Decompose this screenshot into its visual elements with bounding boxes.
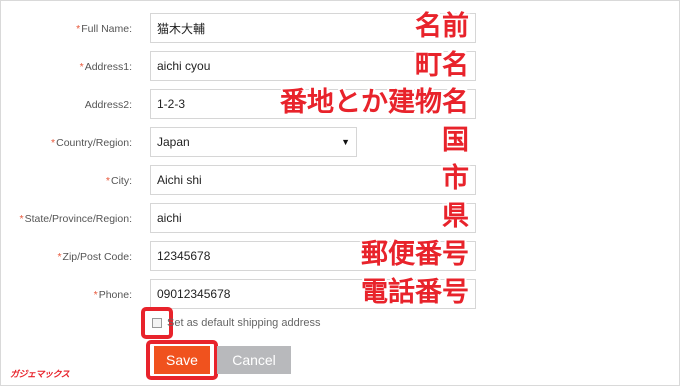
required-asterisk: * <box>51 137 56 149</box>
dropdown-caret-icon: ▼ <box>341 137 350 147</box>
address1-label: *Address1: <box>80 60 132 74</box>
address1-value: aichi cyou <box>157 59 211 73</box>
city-value: Aichi shi <box>157 173 202 187</box>
annotation-full-name: 名前 <box>415 11 469 42</box>
save-button[interactable]: Save <box>154 346 210 374</box>
country-select[interactable]: Japan ▼ <box>150 127 357 157</box>
required-asterisk: * <box>93 289 98 301</box>
phone-label-text: Phone: <box>98 289 132 301</box>
default-address-label: Set as default shipping address <box>167 317 321 329</box>
address-form-panel: *Full Name: 猫木大輔 名前 *Address1: aichi cyo… <box>0 0 680 386</box>
state-input[interactable]: aichi <box>150 203 476 233</box>
zip-label-text: Zip/Post Code: <box>62 251 132 263</box>
state-label: *State/Province/Region: <box>20 212 133 226</box>
city-label-text: City: <box>111 175 132 187</box>
full-name-value: 猫木大輔 <box>157 21 206 36</box>
required-asterisk: * <box>57 251 62 263</box>
annotation-city: 市 <box>442 163 469 194</box>
annotation-address2: 番地とか建物名 <box>280 87 469 118</box>
annotation-address1: 町名 <box>415 50 469 81</box>
state-label-text: State/Province/Region: <box>24 213 132 225</box>
full-name-label-text: Full Name: <box>81 23 132 35</box>
required-asterisk: * <box>79 61 84 73</box>
address1-label-text: Address1: <box>84 61 132 73</box>
full-name-label: *Full Name: <box>76 22 132 36</box>
country-label-text: Country/Region: <box>56 137 132 149</box>
phone-value: 09012345678 <box>157 287 231 301</box>
default-address-checkbox[interactable] <box>152 318 162 328</box>
city-label: *City: <box>106 174 132 188</box>
annotation-zip: 郵便番号 <box>361 239 469 270</box>
state-value: aichi <box>157 211 182 225</box>
address2-label: Address2: <box>85 98 132 112</box>
required-asterisk: * <box>76 23 81 35</box>
zip-label: *Zip/Post Code: <box>57 250 132 264</box>
cancel-button[interactable]: Cancel <box>217 346 291 374</box>
required-asterisk: * <box>19 213 24 225</box>
country-label: *Country/Region: <box>51 136 132 150</box>
required-asterisk: * <box>105 175 110 187</box>
address2-value: 1-2-3 <box>157 97 186 111</box>
annotation-phone: 電話番号 <box>361 277 469 308</box>
zip-value: 12345678 <box>157 249 211 263</box>
address2-label-text: Address2: <box>84 99 132 111</box>
annotation-state: 県 <box>442 201 469 232</box>
phone-label: *Phone: <box>94 288 132 302</box>
city-input[interactable]: Aichi shi <box>150 165 476 195</box>
watermark-logo: ガジェマックス <box>10 370 70 380</box>
annotation-country: 国 <box>442 125 469 156</box>
country-selected-value: Japan <box>157 135 190 149</box>
